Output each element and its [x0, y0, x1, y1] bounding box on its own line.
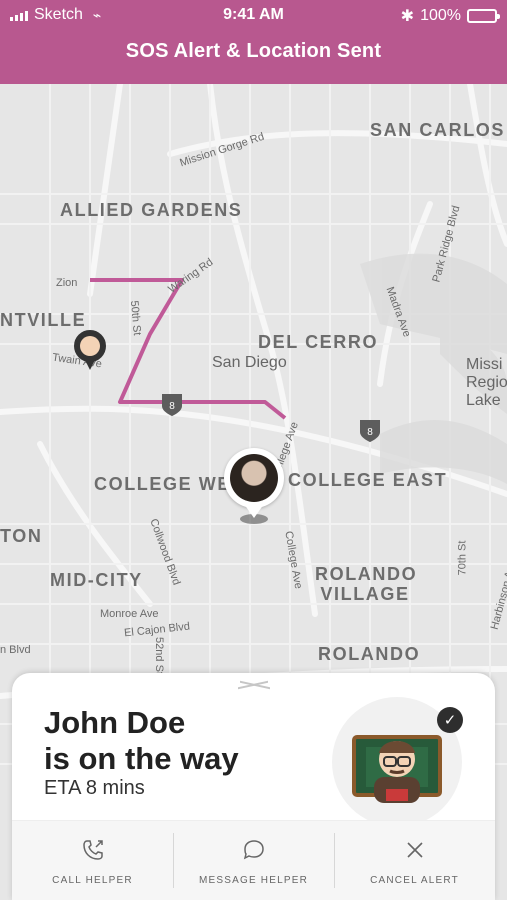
svg-text:8: 8 [367, 427, 373, 438]
helper-status: John Doe is on the way [44, 705, 239, 777]
helper-pin-avatar [80, 336, 100, 356]
chat-bubble-icon [243, 840, 264, 860]
neighborhood-del-cerro: DEL CERRO [258, 332, 379, 352]
confirmed-check-icon: ✓ [437, 707, 463, 733]
user-location-pin[interactable] [224, 448, 284, 528]
cancel-alert-label: CANCEL ALERT [370, 875, 459, 886]
sheet-handle-icon[interactable] [232, 681, 276, 691]
helper-status-text: is on the way [44, 741, 239, 776]
page-title: SOS Alert & Location Sent [125, 40, 382, 62]
call-helper-label: CALL HELPER [52, 875, 133, 886]
eta-text: ETA 8 mins [44, 777, 145, 799]
street-zion: Zion [56, 277, 78, 289]
neighborhood-college-east: COLLEGE EAST [288, 470, 448, 490]
status-bar: Sketch ⌁ 9:41 AM ✱ 100% [0, 0, 507, 30]
street-n-blvd: n Blvd [0, 644, 31, 656]
status-right: ✱ 100% [400, 6, 500, 26]
neighborhood-ntville: NTVILLE [0, 310, 87, 330]
top-header: Sketch ⌁ 9:41 AM ✱ 100% SOS Alert & Loca… [0, 0, 507, 84]
user-pin-tip [244, 504, 264, 518]
street-70th-st: 70th St [456, 540, 469, 576]
user-pin-head [224, 448, 284, 508]
cancel-alert-button[interactable]: CANCEL ALERT [334, 821, 495, 900]
neighborhood-rolando-village: ROLANDO VILLAGE [315, 564, 418, 604]
helper-location-pin[interactable] [74, 330, 106, 376]
neighborhood-rolando: ROLANDO [318, 644, 421, 664]
user-avatar [230, 454, 278, 502]
helper-bottom-sheet[interactable]: John Doe is on the way ETA 8 mins ✓ CALL… [12, 673, 495, 900]
actions-bar: CALL HELPER MESSAGE HELPER CANCEL ALERT [12, 820, 495, 900]
battery-percent: 100% [420, 7, 461, 24]
svg-text:8: 8 [169, 401, 175, 412]
neighborhood-mid-city: MID-CITY [50, 570, 143, 590]
helper-name: John Doe [44, 705, 186, 740]
city-san-diego: San Diego [212, 354, 287, 371]
phone-outgoing-icon [82, 840, 103, 860]
helper-pin-tip [83, 356, 97, 370]
neighborhood-san-carlos: SAN CARLOS [370, 120, 506, 140]
neighborhood-allied-gardens: ALLIED GARDENS [60, 200, 243, 220]
battery-icon [467, 9, 500, 23]
neighborhood-ton: TON [0, 526, 43, 546]
message-helper-label: MESSAGE HELPER [198, 875, 309, 886]
city-mission-lake: Missi Regio Lake [466, 356, 507, 409]
street-monroe-ave: Monroe Ave [100, 608, 159, 620]
message-helper-button[interactable]: MESSAGE HELPER [173, 821, 334, 900]
street-52nd-st: 52nd St [152, 637, 165, 675]
close-icon [406, 842, 423, 858]
bluetooth-icon: ✱ [400, 8, 415, 25]
call-helper-button[interactable]: CALL HELPER [12, 821, 173, 900]
